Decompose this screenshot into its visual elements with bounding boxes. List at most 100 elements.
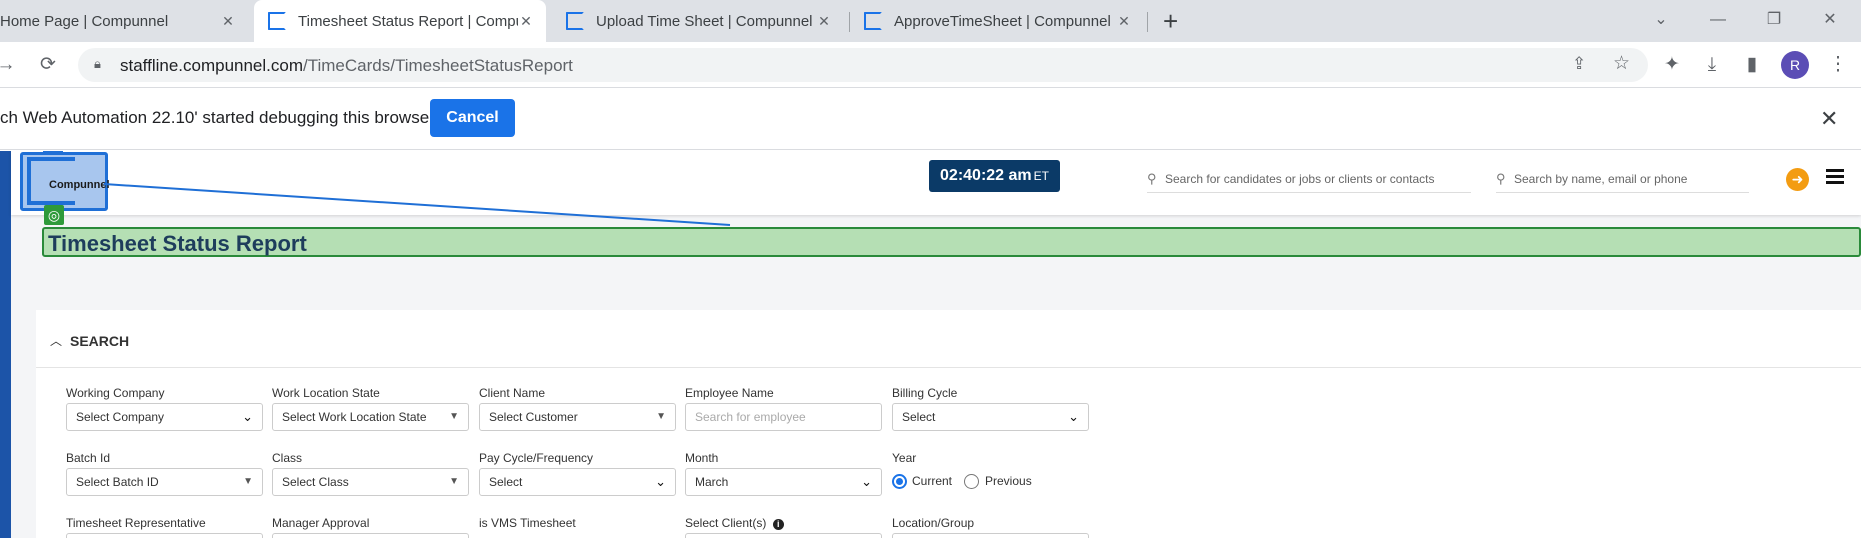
work-location-state-select[interactable]: Select Work Location State ▼ (272, 403, 469, 431)
search-panel-title: SEARCH (70, 333, 130, 349)
select-value: Select (489, 475, 523, 489)
info-icon[interactable]: i (772, 519, 784, 530)
class-select[interactable]: Select Class ▼ (272, 468, 469, 496)
tab-upload-time-sheet[interactable]: Upload Time Sheet | Compunnel ✕ (554, 0, 844, 42)
browser-tab-strip: Home Page | Compunnel ✕ Timesheet Status… (0, 0, 1861, 42)
label-client-name: Client Name (479, 386, 546, 400)
more-menu-icon[interactable]: ⋮ (1826, 53, 1850, 77)
select-value: Select Company (76, 410, 165, 424)
lock-icon: 🔒︎ (94, 56, 101, 71)
side-panel-icon[interactable]: ▮ (1740, 53, 1764, 77)
tab-separator (1147, 12, 1148, 32)
year-current-radio[interactable] (892, 474, 907, 489)
page-title-highlight: Timesheet Status Report (42, 227, 1861, 257)
label-class: Class (272, 451, 303, 465)
label-month: Month (685, 451, 719, 465)
tab-search-chevron-icon[interactable]: ⌄ (1647, 8, 1675, 32)
batch-id-select[interactable]: Select Batch ID ▼ (66, 468, 263, 496)
select-clients-input[interactable] (685, 533, 882, 538)
label-location-group: Location/Group (892, 516, 975, 530)
caret-down-icon: ▼ (243, 476, 253, 487)
tab-timesheet-status-report[interactable]: Timesheet Status Report | Compu ✕ (254, 0, 546, 42)
new-tab-button[interactable]: + (1163, 6, 1178, 37)
timesheet-representative-select[interactable] (66, 533, 263, 538)
pay-cycle-select[interactable]: Select ⌄ (479, 468, 676, 496)
url-text: staffline.compunnel.com/TimeCards/Timesh… (120, 56, 573, 76)
manager-approval-select[interactable] (272, 533, 469, 538)
restore-icon[interactable]: ❐ (1760, 8, 1788, 32)
tab-title: Timesheet Status Report | Compu (298, 12, 518, 30)
people-search-placeholder: Search by name, email or phone (1514, 172, 1688, 186)
chevron-down-icon: ⌄ (655, 474, 666, 489)
client-name-select[interactable]: Select Customer ▼ (479, 403, 676, 431)
billing-cycle-select[interactable]: Select ⌄ (892, 403, 1089, 431)
month-select[interactable]: March ⌄ (685, 468, 882, 496)
working-company-select[interactable]: Select Company ⌄ (66, 403, 263, 431)
search-icon: ⚲ (1147, 171, 1157, 186)
label-manager-approval: Manager Approval (272, 516, 370, 530)
tab-title: Home Page | Compunnel (0, 12, 169, 30)
reload-icon[interactable]: ⟳ (36, 53, 60, 77)
tab-title: ApproveTimeSheet | Compunnel (894, 12, 1111, 30)
year-previous-label[interactable]: Previous (985, 474, 1032, 488)
browser-toolbar: → ⟳ 🔒︎ staffline.compunnel.com/TimeCards… (0, 42, 1861, 88)
label-employee-name: Employee Name (685, 386, 774, 400)
label-select-clients: Select Client(s) i (685, 516, 784, 530)
select-value: March (695, 475, 729, 489)
employee-name-input[interactable]: Search for employee (685, 403, 882, 431)
tab-title: Upload Time Sheet | Compunnel (596, 12, 813, 30)
url-host: staffline.compunnel.com (120, 56, 304, 75)
people-search-input[interactable]: ⚲ Search by name, email or phone (1496, 169, 1749, 193)
caret-down-icon: ▼ (449, 411, 459, 422)
compunnel-favicon-icon (864, 12, 882, 30)
close-window-icon[interactable]: ✕ (1816, 8, 1844, 32)
tab-home-page[interactable]: Home Page | Compunnel ✕ (0, 0, 248, 42)
tab-approve-timesheet[interactable]: ApproveTimeSheet | Compunnel ✕ (852, 0, 1144, 42)
bookmark-star-icon[interactable]: ☆ (1613, 52, 1630, 75)
close-icon[interactable]: ✕ (1820, 106, 1838, 132)
caret-down-icon: ▼ (449, 476, 459, 487)
clock-zone: ET (1033, 169, 1049, 183)
chevron-down-icon: ⌄ (242, 409, 253, 424)
logout-icon[interactable]: ➜ (1786, 168, 1809, 191)
compunnel-favicon-icon (268, 12, 286, 30)
search-panel-header[interactable]: ︿ SEARCH (36, 310, 1861, 368)
label-batch-id: Batch Id (66, 451, 111, 465)
cancel-button[interactable]: Cancel (430, 99, 515, 137)
share-icon[interactable]: ⇪ (1572, 54, 1586, 74)
close-icon[interactable]: ✕ (816, 13, 832, 29)
clock-time: 02:40:22 am (940, 167, 1032, 184)
search-panel: ︿ SEARCH Working Company Select Company ⌄… (36, 310, 1861, 538)
minimize-icon[interactable]: — (1704, 8, 1732, 32)
automation-link-line (103, 183, 731, 226)
hamburger-menu-icon[interactable] (1826, 169, 1844, 185)
infobar-message: ch Web Automation 22.10' started debuggi… (0, 108, 435, 127)
label-pay-cycle: Pay Cycle/Frequency (479, 451, 594, 465)
select-clients-text: Select Client(s) (685, 516, 767, 530)
close-icon[interactable]: ✕ (1116, 13, 1132, 29)
caret-down-icon: ▼ (656, 411, 666, 422)
label-vms-timesheet: is VMS Timesheet (479, 516, 576, 530)
location-group-select[interactable] (892, 533, 1089, 538)
tab-separator (849, 12, 850, 32)
year-current-label[interactable]: Current (912, 474, 952, 488)
input-placeholder: Search for employee (695, 410, 806, 424)
year-previous-radio[interactable] (964, 474, 979, 489)
select-value: Select Batch ID (76, 475, 159, 489)
forward-icon[interactable]: → (0, 53, 18, 77)
close-icon[interactable]: ✕ (220, 13, 236, 29)
global-search-placeholder: Search for candidates or jobs or clients… (1165, 172, 1435, 186)
clock-badge: 02:40:22 am ET (929, 160, 1060, 192)
url-path: /TimeCards/TimesheetStatusReport (303, 56, 573, 75)
page-content: 02:40:22 am ET ⚲ Search for candidates or … (0, 151, 1861, 538)
close-icon[interactable]: ✕ (518, 13, 534, 29)
label-working-company: Working Company (66, 386, 165, 400)
address-bar[interactable]: 🔒︎ staffline.compunnel.com/TimeCards/Tim… (78, 48, 1648, 82)
select-value: Select Class (282, 475, 349, 489)
global-search-input[interactable]: ⚲ Search for candidates or jobs or client… (1147, 169, 1471, 193)
extensions-icon[interactable]: ✦ (1660, 53, 1684, 77)
chevron-up-icon[interactable]: ︿ (50, 332, 62, 349)
page-title: Timesheet Status Report (48, 231, 307, 256)
download-icon[interactable]: ⤓ (1700, 53, 1724, 77)
profile-avatar[interactable]: R (1781, 51, 1809, 79)
